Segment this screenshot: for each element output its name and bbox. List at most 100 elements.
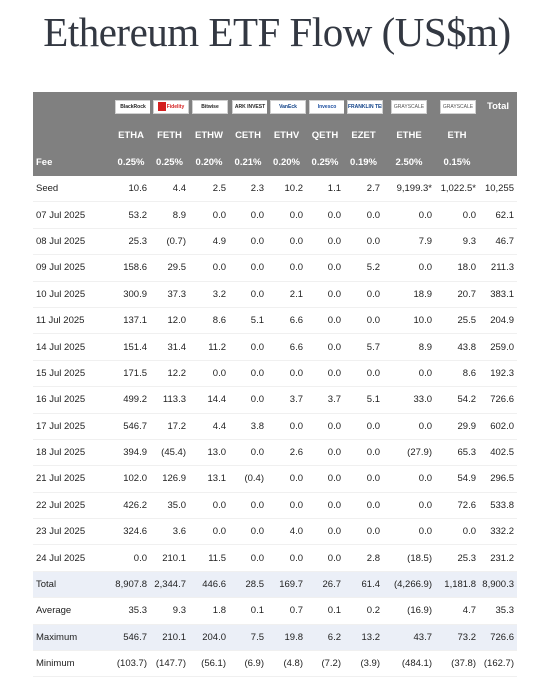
total-header: Total <box>479 92 517 121</box>
flow-value: 25.3 <box>435 544 479 572</box>
flow-value: 17.2 <box>150 413 189 440</box>
vaneck-logo: VanEck <box>270 99 306 114</box>
stat-row: Total 8,907.8 2,344.7 446.6 28.5 169.7 26.7 61.… <box>33 571 517 599</box>
flow-value: 54.9 <box>435 465 479 493</box>
flow-value: 0.0 <box>344 228 383 256</box>
flow-value: 210.1 <box>150 624 189 652</box>
flow-value: (56.1) <box>189 650 229 677</box>
flow-value: 0.0 <box>229 254 267 282</box>
flow-value: 546.7 <box>112 624 150 652</box>
flow-value: 4.4 <box>150 176 189 203</box>
flow-row: 07 Jul 2025 53.2 8.9 0.0 0.0 0.0 0.0 0.0 0.0 0.0 6… <box>33 201 517 229</box>
fee-value: 0.25% <box>306 149 344 176</box>
flow-value: 26.7 <box>306 571 344 599</box>
flow-value: 3.2 <box>189 281 229 308</box>
flow-row: 15 Jul 2025 171.5 12.2 0.0 0.0 0.0 0.0 0.0 0.0 8.… <box>33 360 517 388</box>
row-label: 17 Jul 2025 <box>33 413 112 440</box>
etf-flow-table: BlackRock Fidelity Bitwise ARK INVEST Va… <box>33 92 517 677</box>
flow-value: 0.2 <box>344 597 383 625</box>
flow-value: (27.9) <box>383 439 435 467</box>
fee-label: Fee <box>33 149 112 176</box>
flow-value: 14.4 <box>189 386 229 414</box>
flow-value: 2.7 <box>344 176 383 203</box>
fee-value: 0.20% <box>189 149 229 176</box>
page-title: Ethereum ETF Flow (US$m) <box>43 9 511 55</box>
flow-value: 61.4 <box>344 571 383 599</box>
flow-value: 0.0 <box>229 281 267 308</box>
row-label: 22 Jul 2025 <box>33 492 112 520</box>
flow-value: 0.0 <box>189 492 229 520</box>
flow-row: 09 Jul 2025 158.6 29.5 0.0 0.0 0.0 0.0 5.2 0.0 18… <box>33 254 517 282</box>
flow-value: 446.6 <box>189 571 229 599</box>
flow-value: 0.0 <box>229 518 267 546</box>
flow-value: 0.1 <box>229 597 267 625</box>
flow-value: 13.1 <box>189 465 229 493</box>
flow-value: 0.0 <box>344 360 383 388</box>
flow-value: 499.2 <box>112 386 150 414</box>
ticker-eth: ETH <box>435 121 479 149</box>
flow-value: 0.0 <box>383 465 435 493</box>
flow-row: 18 Jul 2025 394.9 (45.4) 13.0 0.0 2.6 0.0 0.0 (2… <box>33 439 517 467</box>
flow-value: 0.0 <box>229 439 267 467</box>
flow-value: 28.5 <box>229 571 267 599</box>
flow-value: 102.0 <box>112 465 150 493</box>
flow-value: 5.1 <box>344 386 383 414</box>
flow-value: 2.1 <box>267 281 306 308</box>
flow-value: 0.0 <box>344 201 383 229</box>
flow-value: 0.0 <box>267 413 306 440</box>
flow-value: 137.1 <box>112 307 150 335</box>
flow-value: 3.7 <box>306 386 344 414</box>
flow-value: 1.8 <box>189 597 229 625</box>
flow-value: 20.7 <box>435 281 479 308</box>
flow-value: 43.8 <box>435 333 479 361</box>
flow-value: 0.0 <box>267 201 306 229</box>
flow-value: 1,181.8 <box>435 571 479 599</box>
flow-row: 08 Jul 2025 25.3 (0.7) 4.9 0.0 0.0 0.0 0.0 7.9 9.… <box>33 228 517 256</box>
row-label: Maximum <box>33 624 112 652</box>
flow-value: 0.0 <box>189 254 229 282</box>
ticker-total-cell <box>479 121 517 149</box>
flow-value: 0.0 <box>344 518 383 546</box>
flow-value: 35.0 <box>150 492 189 520</box>
flow-value: 0.0 <box>189 518 229 546</box>
flow-value: 33.0 <box>383 386 435 414</box>
flow-value: 2.5 <box>189 176 229 203</box>
flow-value: 0.0 <box>267 465 306 493</box>
row-total: 204.9 <box>479 307 517 335</box>
flow-value: 9,199.3* <box>383 176 435 203</box>
flow-value: (7.2) <box>306 650 344 677</box>
row-total: 533.8 <box>479 492 517 520</box>
flow-value: 300.9 <box>112 281 150 308</box>
fee-value: 2.50% <box>383 149 435 176</box>
flow-value: 0.0 <box>344 465 383 493</box>
flow-value: 8.6 <box>189 307 229 335</box>
stat-row: Maximum 546.7 210.1 204.0 7.5 19.8 6.2 13.2 43.7… <box>33 624 517 652</box>
flow-value: 0.0 <box>267 228 306 256</box>
row-label: 07 Jul 2025 <box>33 201 112 229</box>
flow-value: 12.2 <box>150 360 189 388</box>
franklin-logo: FRANKLIN TEMPLETON <box>347 99 383 114</box>
flow-value: 18.0 <box>435 254 479 282</box>
flow-value: 29.5 <box>150 254 189 282</box>
flow-value: 4.0 <box>267 518 306 546</box>
ticker-ethv: ETHV <box>267 121 306 149</box>
flow-value: 6.6 <box>267 307 306 335</box>
row-total: 726.6 <box>479 386 517 414</box>
flow-value: 10.0 <box>383 307 435 335</box>
row-total: 62.1 <box>479 201 517 229</box>
flow-value: 11.2 <box>189 333 229 361</box>
flow-value: 158.6 <box>112 254 150 282</box>
flow-value: (37.8) <box>435 650 479 677</box>
invesco-logo: Invesco <box>309 99 344 114</box>
flow-value: (4,266.9) <box>383 571 435 599</box>
row-total: 332.2 <box>479 518 517 546</box>
fee-value: 0.20% <box>267 149 306 176</box>
flow-row: 16 Jul 2025 499.2 113.3 14.4 0.0 3.7 3.7 5.1 33.… <box>33 386 517 414</box>
fee-value: 0.21% <box>229 149 267 176</box>
flow-value: 1,022.5* <box>435 176 479 203</box>
flow-value: 73.2 <box>435 624 479 652</box>
row-total: 296.5 <box>479 465 517 493</box>
flow-value: 1.1 <box>306 176 344 203</box>
flow-value: 53.2 <box>112 201 150 229</box>
ticker-row: ETHA FETH ETHW CETH ETHV QETH EZET ETHE ETH <box>33 121 517 149</box>
